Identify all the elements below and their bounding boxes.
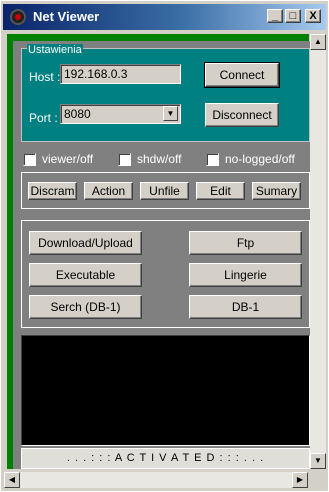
window-title: Net Viewer	[33, 9, 100, 24]
checkbox-shdw[interactable]: shdw/off	[118, 152, 181, 166]
scroll-up-arrow-icon[interactable]: ▲	[310, 34, 326, 50]
sumary-button[interactable]: Sumary	[252, 182, 301, 200]
chevron-down-icon[interactable]: ▼	[163, 106, 178, 121]
connect-button[interactable]: Connect	[204, 62, 280, 88]
horizontal-scrollbar[interactable]: ◀ ▶	[4, 472, 308, 488]
checkbox-box[interactable]	[206, 152, 219, 166]
port-label: Port :	[29, 111, 58, 125]
disconnect-button[interactable]: Disconnect	[205, 103, 279, 127]
scroll-down-arrow-icon[interactable]: ▼	[310, 453, 326, 469]
checkbox-no-logged[interactable]: no-logged/off	[206, 152, 295, 166]
port-value: 8080	[64, 107, 91, 121]
host-label: Host :	[29, 70, 61, 84]
unfile-button[interactable]: Unfile	[140, 182, 189, 200]
app-window: Net Viewer _ □ X ▲ ▼ ◀ ▶ Ustawienia Host…	[0, 0, 329, 492]
scroll-right-arrow-icon[interactable]: ▶	[292, 472, 308, 488]
checkbox-viewer[interactable]: viewer/off	[23, 152, 93, 166]
maximize-button[interactable]: □	[285, 9, 301, 23]
title-bar[interactable]: Net Viewer _ □ X	[3, 4, 326, 30]
host-input[interactable]: 192.168.0.3	[60, 64, 181, 84]
action-button[interactable]: Action	[84, 182, 133, 200]
checkbox-label: no-logged/off	[225, 152, 295, 166]
app-icon	[10, 9, 26, 25]
discram-button[interactable]: Discram	[28, 182, 77, 200]
close-button[interactable]: X	[305, 9, 321, 23]
executable-button[interactable]: Executable	[29, 263, 142, 287]
search-db1-button[interactable]: Serch (DB-1)	[29, 295, 142, 319]
db1-button[interactable]: DB-1	[189, 295, 302, 319]
checkbox-box[interactable]	[118, 152, 131, 166]
checkbox-box[interactable]	[23, 152, 36, 166]
scroll-left-arrow-icon[interactable]: ◀	[4, 472, 20, 488]
download-upload-button[interactable]: Download/Upload	[29, 231, 142, 255]
checkbox-label: viewer/off	[42, 152, 94, 166]
status-bar: . . . : : : A C T I V A T E D : : : . . …	[21, 448, 310, 469]
edit-button[interactable]: Edit	[196, 182, 245, 200]
settings-group-title: Ustawienia	[27, 44, 83, 56]
minimize-button[interactable]: _	[267, 9, 283, 23]
checkbox-label: shdw/off	[137, 152, 182, 166]
vertical-scrollbar[interactable]: ▲ ▼	[310, 34, 326, 469]
port-select[interactable]: 8080 ▼	[60, 104, 181, 124]
output-console[interactable]	[21, 335, 310, 446]
ftp-button[interactable]: Ftp	[189, 231, 302, 255]
lingerie-button[interactable]: Lingerie	[189, 263, 302, 287]
